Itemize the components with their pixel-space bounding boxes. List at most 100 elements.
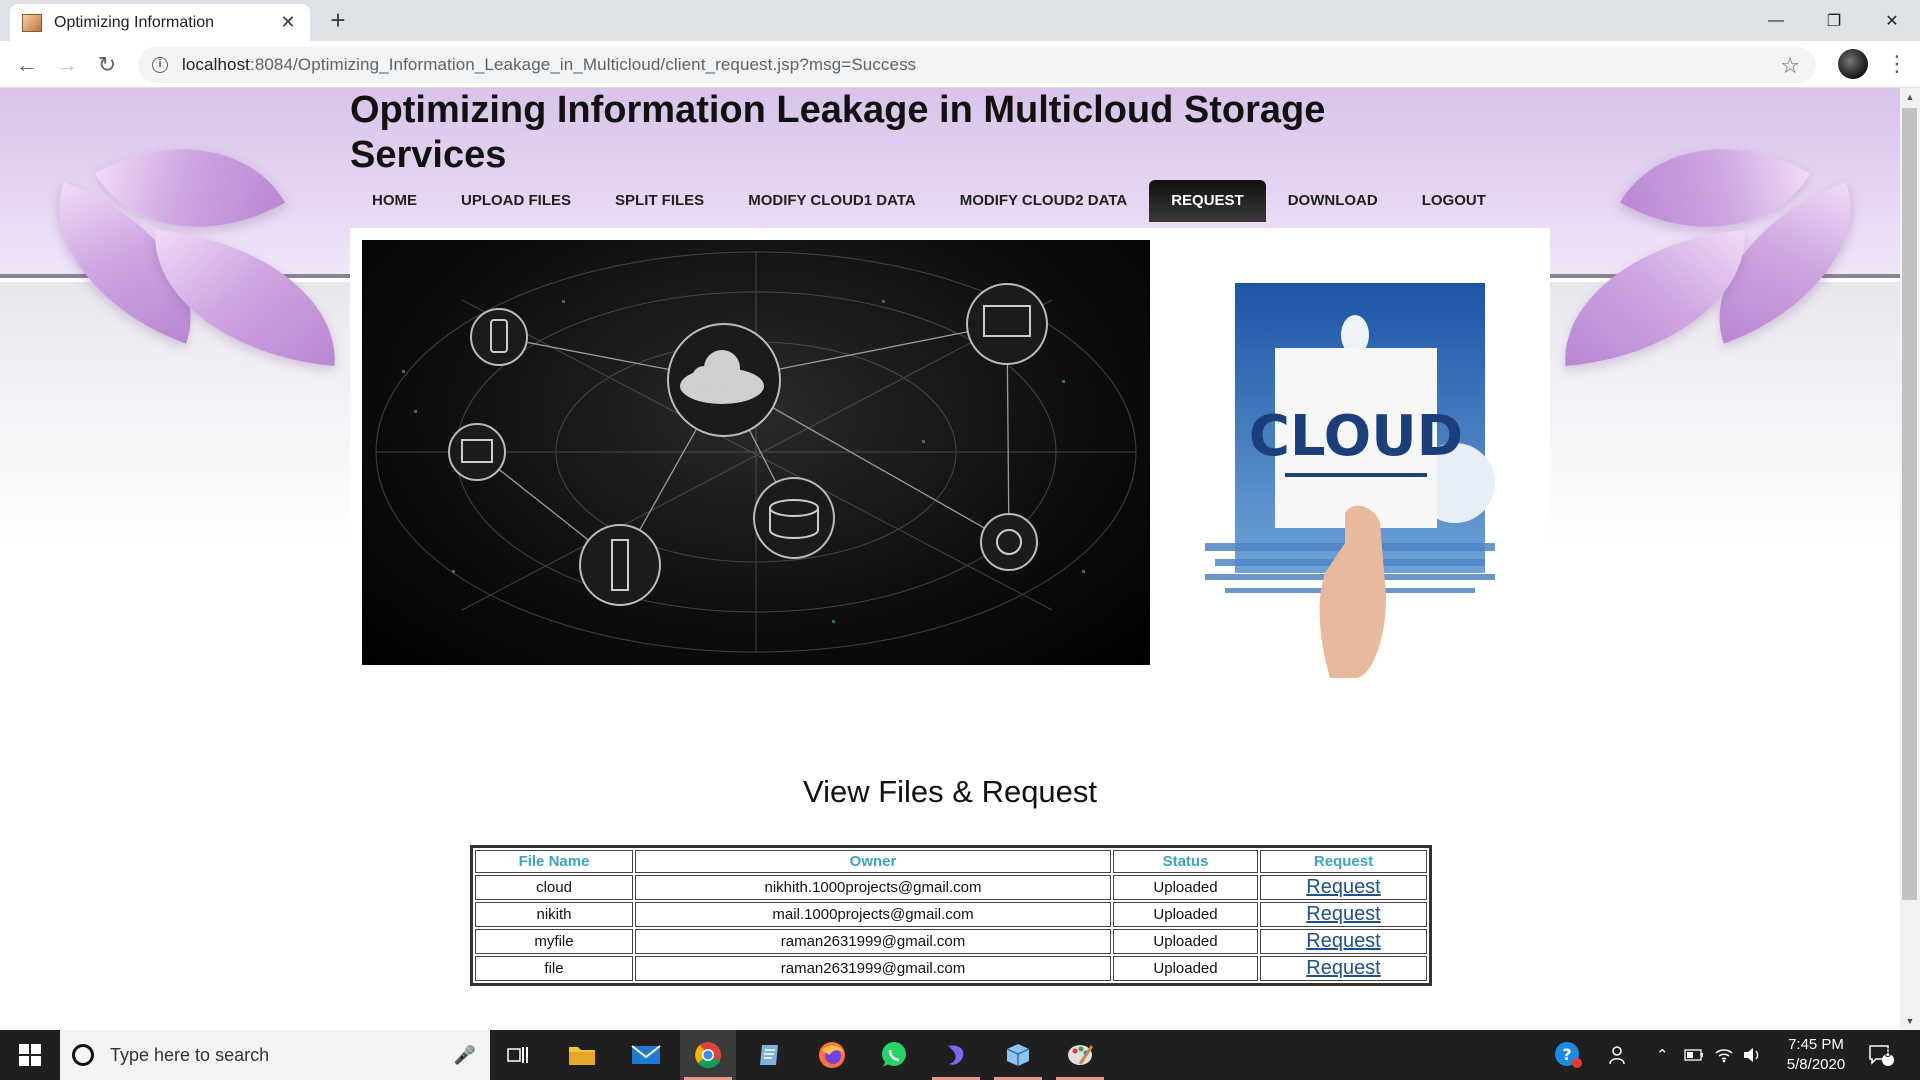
cloud-card-text: CLOUD — [1249, 404, 1463, 469]
cortana-icon — [72, 1044, 94, 1066]
table-row: cloud nikhith.1000projects@gmail.com Upl… — [475, 875, 1427, 900]
browser-tab[interactable]: Optimizing Information ✕ — [10, 4, 310, 41]
nav-home[interactable]: HOME — [350, 180, 439, 222]
paint-app-icon[interactable] — [1052, 1030, 1108, 1080]
people-graphic — [1609, 1046, 1625, 1065]
close-window-button[interactable]: ✕ — [1864, 0, 1920, 41]
whatsapp-icon[interactable] — [866, 1030, 922, 1080]
request-link[interactable]: Request — [1306, 930, 1381, 952]
network-banner-image — [362, 240, 1150, 665]
help-icon[interactable]: ? — [1554, 1030, 1582, 1080]
web-page: Optimizing Information Leakage in Multic… — [0, 88, 1900, 1030]
svg-text:?: ? — [1562, 1045, 1571, 1064]
start-button[interactable] — [0, 1030, 60, 1080]
scrollbar-thumb[interactable] — [1902, 108, 1917, 900]
cube-graphic — [1006, 1044, 1030, 1066]
new-tab-button[interactable]: + — [324, 6, 352, 34]
notepad-graphic — [760, 1045, 778, 1065]
battery-icon[interactable] — [1684, 1030, 1704, 1080]
cell-file-name: cloud — [475, 875, 633, 900]
task-view-icon[interactable] — [490, 1030, 546, 1080]
mail-icon[interactable] — [618, 1030, 674, 1080]
request-link[interactable]: Request — [1306, 957, 1381, 979]
section-title: View Files & Request — [802, 774, 1098, 809]
show-hidden-icons-chevron-icon[interactable]: ⌃ — [1656, 1030, 1669, 1080]
help-graphic: ? — [1555, 1042, 1582, 1068]
col-header-owner: Owner — [635, 850, 1111, 873]
firefox-icon[interactable] — [804, 1030, 860, 1080]
files-table: File Name Owner Status Request cloud nik… — [470, 845, 1432, 986]
browser-menu-icon[interactable]: ⋮ — [1886, 49, 1908, 79]
reload-button[interactable]: ↻ — [91, 49, 123, 81]
notepad-app-icon[interactable] — [742, 1030, 798, 1080]
table-header-row: File Name Owner Status Request — [475, 850, 1427, 873]
request-link[interactable]: Request — [1306, 876, 1381, 898]
people-icon[interactable] — [1608, 1030, 1630, 1080]
banner-box: CLOUD — [350, 228, 1550, 678]
minimize-button[interactable]: — — [1748, 0, 1804, 41]
restore-button[interactable]: ❐ — [1806, 0, 1862, 41]
task-view-graphic — [507, 1047, 528, 1063]
cell-file-name: myfile — [475, 929, 633, 954]
mail-graphic — [631, 1045, 661, 1064]
table-row: file raman2631999@gmail.com Uploaded Req… — [475, 956, 1427, 981]
address-bar[interactable]: i localhost:8084/Optimizing_Information_… — [138, 47, 1816, 83]
table-row: myfile raman2631999@gmail.com Uploaded R… — [475, 929, 1427, 954]
volume-icon[interactable] — [1742, 1030, 1762, 1080]
main-nav: HOME UPLOAD FILES SPLIT FILES MODIFY CLO… — [350, 180, 1508, 222]
file-explorer-icon[interactable] — [554, 1030, 610, 1080]
back-button[interactable]: ← — [11, 49, 43, 81]
cloud-card-image: CLOUD — [1205, 283, 1495, 678]
site-info-icon[interactable]: i — [152, 57, 168, 73]
cell-file-name: nikith — [475, 902, 633, 927]
clock-date: 5/8/2020 — [1786, 1056, 1846, 1073]
search-placeholder: Type here to search — [110, 1044, 270, 1065]
cell-request: Request — [1260, 902, 1427, 927]
nav-split-files[interactable]: SPLIT FILES — [593, 180, 726, 222]
virtualbox-icon[interactable] — [990, 1030, 1046, 1080]
bookmark-star-icon[interactable]: ☆ — [1780, 53, 1800, 79]
profile-avatar[interactable] — [1838, 49, 1868, 79]
microphone-icon[interactable]: 🎤 — [454, 1045, 476, 1066]
nav-request[interactable]: REQUEST — [1149, 180, 1266, 222]
cell-status: Uploaded — [1113, 956, 1258, 981]
scroll-down-arrow-icon[interactable]: ▼ — [1900, 1012, 1920, 1030]
nav-logout[interactable]: LOGOUT — [1400, 180, 1508, 222]
taskbar-search-box[interactable]: Type here to search 🎤 — [60, 1030, 490, 1080]
request-link[interactable]: Request — [1306, 903, 1381, 925]
windows-logo-icon — [19, 1044, 41, 1066]
cell-status: Uploaded — [1113, 902, 1258, 927]
url-text[interactable]: localhost:8084/Optimizing_Information_Le… — [182, 55, 1816, 75]
wifi-graphic — [1715, 1049, 1733, 1063]
browser-toolbar: ← → ↻ i localhost:8084/Optimizing_Inform… — [0, 41, 1920, 88]
nav-modify-cloud1-data[interactable]: MODIFY CLOUD1 DATA — [726, 180, 938, 222]
tab-title: Optimizing Information — [54, 13, 215, 31]
cell-owner: nikhith.1000projects@gmail.com — [635, 875, 1111, 900]
site-title: Optimizing Information Leakage in Multic… — [350, 89, 1326, 176]
palette-graphic — [1068, 1045, 1094, 1065]
wifi-icon[interactable] — [1714, 1030, 1734, 1080]
url-path: :8084/Optimizing_Information_Leakage_in_… — [250, 55, 917, 74]
chrome-icon[interactable] — [680, 1030, 736, 1080]
network-diagram-graphic — [375, 251, 1137, 653]
cell-owner: raman2631999@gmail.com — [635, 956, 1111, 981]
forward-button[interactable]: → — [51, 49, 83, 81]
chrome-graphic — [695, 1042, 721, 1069]
cloud-card-graphic: CLOUD — [1205, 283, 1495, 678]
close-tab-icon[interactable]: ✕ — [278, 12, 298, 33]
speaker-graphic — [1744, 1048, 1759, 1062]
nav-upload-files[interactable]: UPLOAD FILES — [439, 180, 593, 222]
eclipse-app-icon[interactable] — [928, 1030, 984, 1080]
system-clock[interactable]: 7:45 PM 5/8/2020 — [1768, 1035, 1864, 1075]
cell-request: Request — [1260, 875, 1427, 900]
cell-status: Uploaded — [1113, 929, 1258, 954]
action-center-icon[interactable]: 5 — [1868, 1030, 1894, 1080]
ide-graphic — [948, 1045, 964, 1065]
nav-modify-cloud2-data[interactable]: MODIFY CLOUD2 DATA — [938, 180, 1150, 222]
col-header-status: Status — [1113, 850, 1258, 873]
scroll-up-arrow-icon[interactable]: ▲ — [1900, 88, 1920, 106]
cell-file-name: file — [475, 956, 633, 981]
nav-download[interactable]: DOWNLOAD — [1266, 180, 1400, 222]
url-host: localhost — [182, 55, 250, 74]
cell-owner: mail.1000projects@gmail.com — [635, 902, 1111, 927]
